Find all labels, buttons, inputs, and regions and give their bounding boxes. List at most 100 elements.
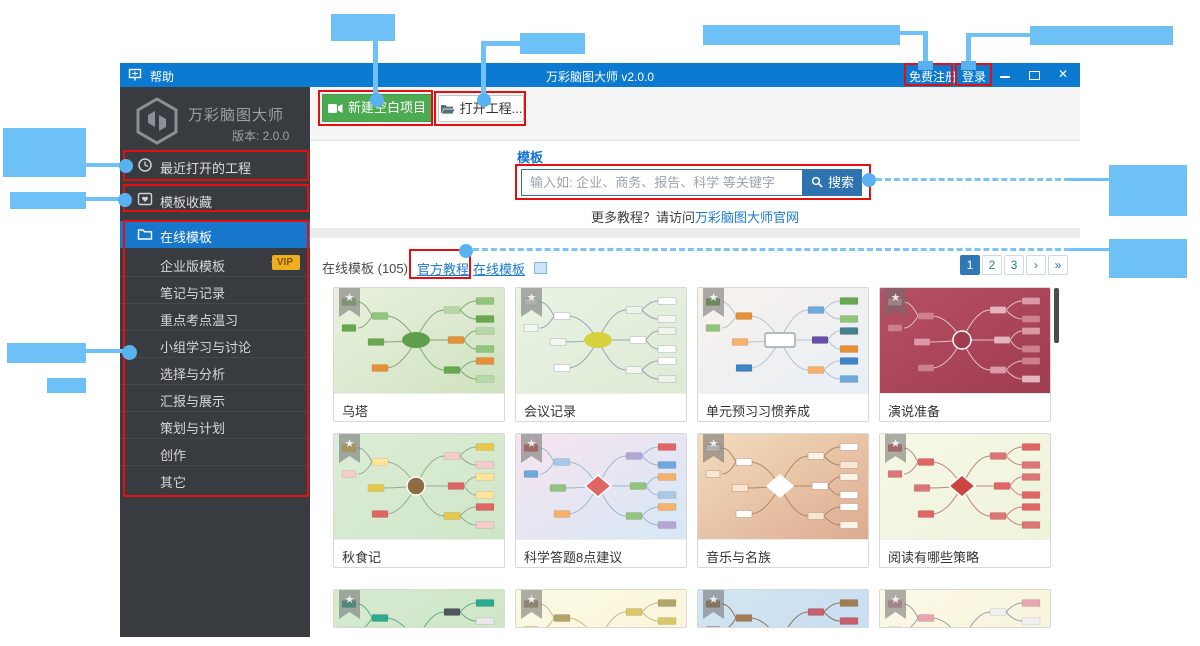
template-thumbnail: ★ [880, 288, 1050, 393]
pagination: 123›» [958, 255, 1068, 275]
sidebar-category-item[interactable]: 汇报与展示 [120, 385, 310, 412]
template-thumbnail: ★ [880, 590, 1050, 627]
template-card[interactable]: ★会议记录 [515, 287, 687, 422]
connector-dot [118, 193, 132, 207]
callout-register [703, 25, 900, 45]
app-logo-icon [134, 97, 180, 145]
sidebar-category-label: 汇报与展示 [160, 391, 225, 410]
minimize-icon[interactable] [1000, 76, 1010, 78]
sidebar-category-label: 其它 [160, 472, 186, 491]
connector-line [1070, 248, 1109, 251]
connector-cap [918, 61, 933, 70]
register-link[interactable]: 免费注册 [909, 68, 957, 85]
template-card[interactable]: ★ [879, 589, 1051, 628]
sidebar-item-favorites[interactable]: 模板收藏 [120, 184, 310, 212]
template-title: 乌塔 [334, 393, 504, 421]
connector-line [481, 41, 520, 46]
template-title: 阅读有哪些策略 [880, 539, 1050, 567]
template-title: 秋食记 [334, 539, 504, 567]
sidebar-category-label: 重点考点温习 [160, 310, 238, 329]
pagination-page-›[interactable]: › [1026, 255, 1046, 275]
connector-dot [122, 345, 137, 360]
app-logo-block: 万彩脑图大师 版本: 2.0.0 [120, 87, 310, 147]
pagination-page-3[interactable]: 3 [1004, 255, 1024, 275]
star-icon: ★ [527, 594, 537, 606]
connector-dot [119, 159, 133, 173]
sidebar-category-item[interactable]: 小组学习与讨论 [120, 331, 310, 358]
search-section: 模板 搜索 更多教程？请访问万彩脑图大师官网 [310, 141, 1080, 228]
login-link[interactable]: 登录 [962, 68, 986, 85]
sidebar-category-item[interactable]: 策划与计划 [120, 412, 310, 439]
sidebar-item-online-templates[interactable]: 在线模板 [120, 221, 310, 248]
sidebar-category-item[interactable]: 其它 [120, 466, 310, 493]
callout-categories-2 [47, 378, 86, 393]
template-thumbnail: ★ [698, 590, 868, 627]
template-card[interactable]: ★秋食记 [333, 433, 505, 568]
connector-cap [961, 61, 976, 70]
callout-tutorial [1109, 239, 1187, 278]
callout-favorites [10, 192, 86, 209]
online-templates-link[interactable]: 在线模板 [473, 259, 525, 278]
sidebar-item-label: 最近打开的工程 [160, 158, 251, 177]
app-version: 版本: 2.0.0 [232, 127, 289, 144]
sidebar-category-label: 企业版模板 [160, 256, 225, 275]
connector-dot [862, 173, 876, 187]
connector-line [481, 41, 486, 94]
sidebar-category-label: 选择与分析 [160, 364, 225, 383]
sidebar-category-list: 企业版模板 VIP 笔记与记录重点考点温习小组学习与讨论选择与分析汇报与展示策划与计… [120, 250, 310, 493]
template-card[interactable]: ★ [333, 589, 505, 628]
connector-line [1070, 178, 1109, 181]
maximize-icon[interactable] [1029, 71, 1040, 80]
callout-categories [7, 343, 86, 363]
scrollbar-thumb[interactable] [1054, 288, 1059, 343]
search-section-label: 模板 [517, 147, 543, 166]
favorites-heart-icon [137, 191, 153, 207]
search-input[interactable] [521, 169, 803, 196]
template-card[interactable]: ★单元预习习惯养成 [697, 287, 869, 422]
pagination-page-1[interactable]: 1 [960, 255, 980, 275]
sidebar-category-item[interactable]: 笔记与记录 [120, 277, 310, 304]
template-card[interactable]: ★ [515, 589, 687, 628]
template-card[interactable]: ★ [697, 589, 869, 628]
pagination-page-2[interactable]: 2 [982, 255, 1002, 275]
template-card[interactable]: ★阅读有哪些策略 [879, 433, 1051, 568]
template-card[interactable]: ★乌塔 [333, 287, 505, 422]
sidebar-category-label: 创作 [160, 445, 186, 464]
callout-recent [3, 128, 86, 177]
pagination-page-»[interactable]: » [1048, 255, 1068, 275]
template-thumbnail: ★ [698, 434, 868, 539]
template-card[interactable]: ★音乐与名族 [697, 433, 869, 568]
sidebar-category-item[interactable]: 选择与分析 [120, 358, 310, 385]
connector-dot [477, 93, 491, 107]
star-icon: ★ [527, 292, 537, 304]
close-icon[interactable]: ✕ [1058, 67, 1068, 81]
folder-icon [137, 227, 153, 243]
vip-badge: VIP [272, 255, 300, 270]
tip-text: 更多教程？请访问 [591, 210, 695, 225]
tutorial-link[interactable]: 官方教程 [417, 259, 469, 278]
connector-line [86, 197, 121, 201]
star-icon: ★ [709, 438, 719, 450]
view-toggle-checkbox[interactable] [534, 262, 547, 274]
callout-open-project [520, 33, 585, 54]
connector-line [373, 41, 378, 95]
clock-icon [137, 157, 153, 173]
template-card[interactable]: ★演说准备 [879, 287, 1051, 422]
connector-dot [459, 244, 473, 258]
template-browser: 在线模板 (105) 官方教程 在线模板 123›» ★乌塔★会议记录★单元预习… [310, 238, 1080, 637]
sidebar-category-item[interactable]: 创作 [120, 439, 310, 466]
template-thumbnail: ★ [334, 434, 504, 539]
sidebar: 万彩脑图大师 版本: 2.0.0 最近打开的工程 模板收藏 在线模板 [120, 87, 310, 637]
template-thumbnail: ★ [516, 590, 686, 627]
official-site-link[interactable]: 万彩脑图大师官网 [695, 210, 799, 225]
sidebar-category-item[interactable]: 重点考点温习 [120, 304, 310, 331]
star-icon: ★ [709, 292, 719, 304]
sidebar-category-item[interactable]: 企业版模板 VIP [120, 250, 310, 277]
camera-icon [328, 97, 343, 123]
template-thumbnail: ★ [516, 434, 686, 539]
template-card[interactable]: ★科学答题8点建议 [515, 433, 687, 568]
search-button[interactable]: 搜索 [803, 169, 862, 196]
connector-line [86, 163, 122, 167]
sidebar-item-recent[interactable]: 最近打开的工程 [120, 150, 310, 180]
sidebar-category-label: 笔记与记录 [160, 283, 225, 302]
